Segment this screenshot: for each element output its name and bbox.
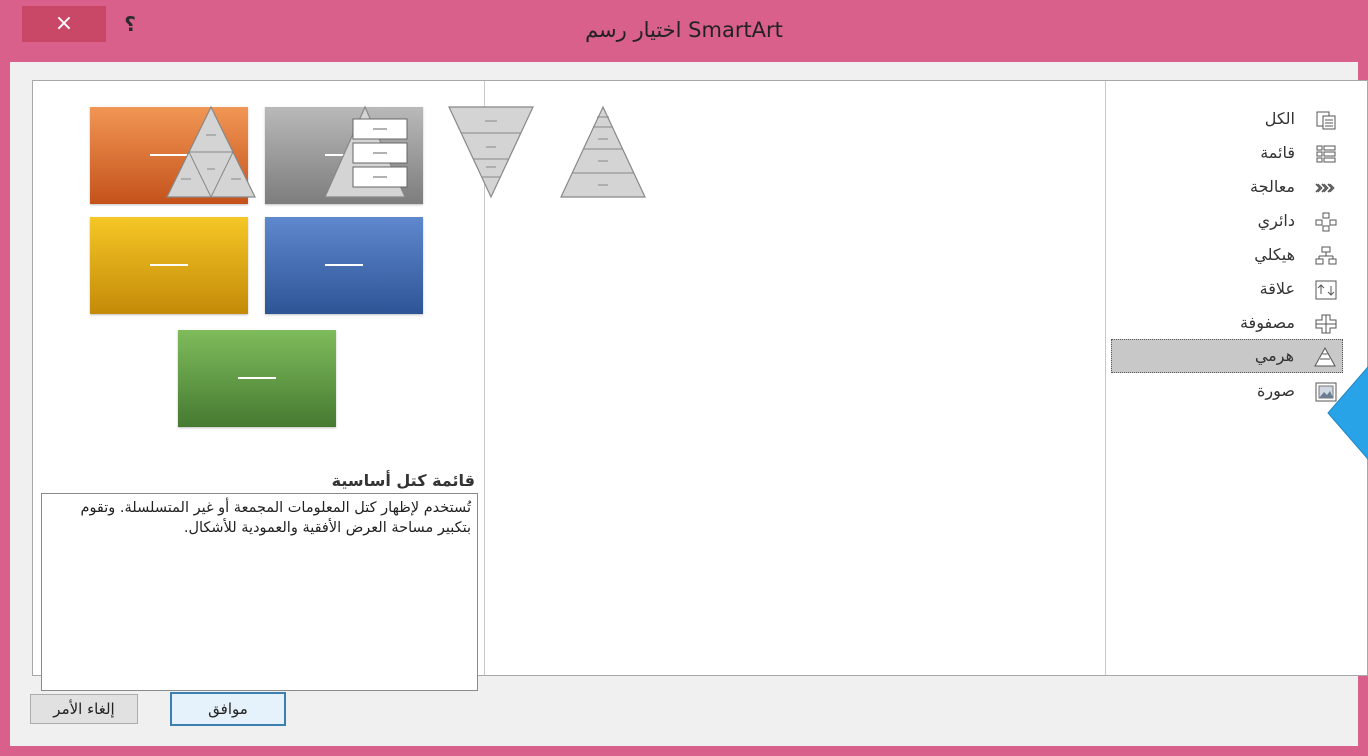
category-picture[interactable]: صورة xyxy=(1111,375,1343,409)
category-hierarchy[interactable]: هيكلي xyxy=(1111,239,1343,273)
title-bar: × ؟ اختيار رسم SmartArt xyxy=(0,0,1368,62)
category-label: الكل xyxy=(1264,109,1295,128)
preview-block-blue xyxy=(265,217,423,314)
layout-description: تُستخدم لإظهار كتل المعلومات المجمعة أو … xyxy=(41,493,478,691)
category-pyramid[interactable]: هرمي xyxy=(1111,339,1343,373)
pyramid-list-icon[interactable] xyxy=(313,101,423,201)
list-icon xyxy=(1316,145,1336,163)
cycle-icon xyxy=(1315,212,1337,232)
segmented-pyramid-icon[interactable] xyxy=(161,101,261,201)
category-process[interactable]: معالجة xyxy=(1111,171,1343,205)
preview-block-green xyxy=(178,330,336,427)
category-relationship[interactable]: علاقة xyxy=(1111,273,1343,307)
inverted-pyramid-icon[interactable] xyxy=(441,101,541,201)
relationship-icon xyxy=(1315,280,1337,300)
process-icon xyxy=(1315,183,1335,193)
divider-right xyxy=(1105,81,1106,675)
category-cycle[interactable]: دائري xyxy=(1111,205,1343,239)
content-frame: قائمة كتل أساسية تُستخدم لإظهار كتل المع… xyxy=(32,80,1368,691)
layout-title: قائمة كتل أساسية xyxy=(331,471,475,490)
dialog-body: قائمة كتل أساسية تُستخدم لإظهار كتل المع… xyxy=(10,62,1368,746)
hierarchy-icon xyxy=(1315,246,1337,265)
category-label: صورة xyxy=(1257,381,1295,400)
category-label: قائمة xyxy=(1260,143,1295,162)
category-matrix[interactable]: مصفوفة xyxy=(1111,307,1343,341)
category-label: هرمي xyxy=(1254,346,1294,365)
category-label: معالجة xyxy=(1250,177,1295,196)
category-all[interactable]: الكل xyxy=(1111,103,1343,137)
category-label: هيكلي xyxy=(1254,245,1295,264)
category-label: دائري xyxy=(1257,211,1295,230)
callout-arrow-icon xyxy=(1327,366,1368,460)
dialog-title: اختيار رسم SmartArt xyxy=(585,18,783,42)
basic-pyramid-icon[interactable] xyxy=(553,101,653,201)
all-icon xyxy=(1316,111,1336,130)
cancel-button[interactable]: إلغاء الأمر xyxy=(30,694,138,724)
category-label: علاقة xyxy=(1259,279,1295,298)
category-label: مصفوفة xyxy=(1239,313,1295,332)
category-list-item[interactable]: قائمة xyxy=(1111,137,1343,171)
ok-button[interactable]: موافق xyxy=(170,692,286,726)
preview-block-yellow xyxy=(90,217,248,314)
